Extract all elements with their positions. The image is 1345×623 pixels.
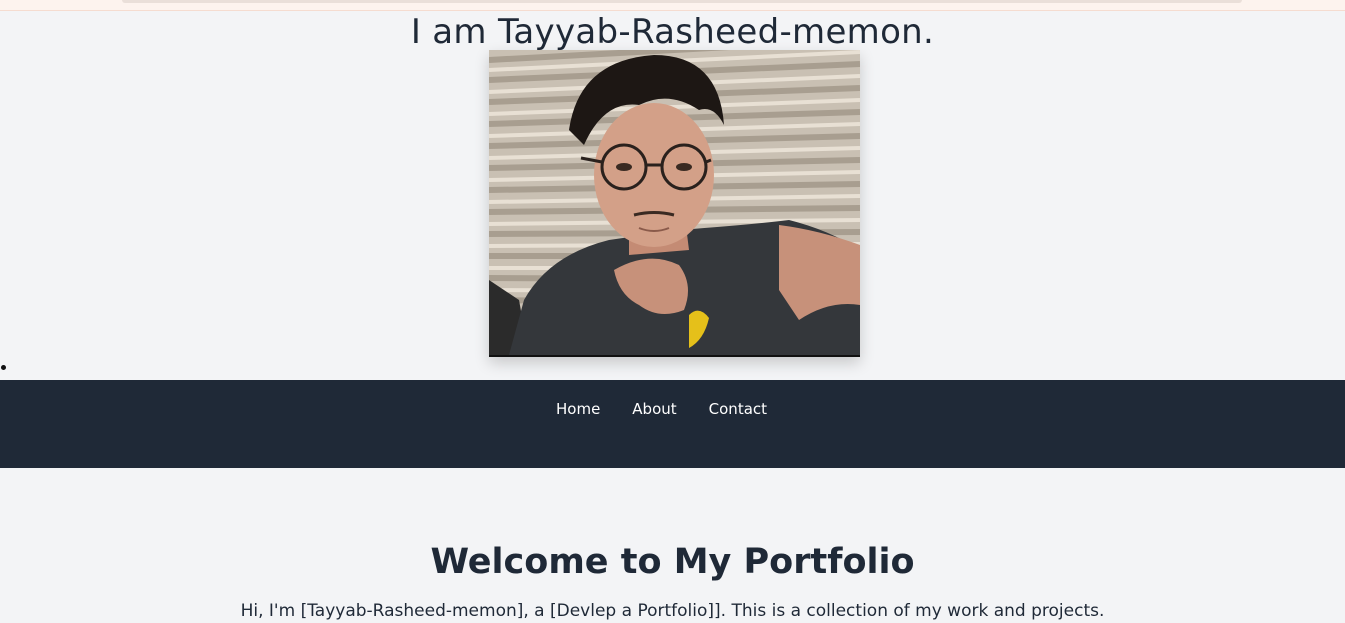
navbar: Home About Contact [0, 380, 1345, 468]
nav-home-link[interactable]: Home [540, 397, 616, 421]
top-strip-bar [122, 0, 1242, 3]
nav-contact-link[interactable]: Contact [693, 397, 783, 421]
list-bullet [1, 365, 6, 370]
nav-about-link[interactable]: About [616, 397, 692, 421]
intro-text: Hi, I'm [Tayyab-Rasheed-memon], a [Devle… [240, 601, 1105, 621]
profile-photo [489, 50, 860, 357]
nav-links: Home About Contact [540, 397, 783, 421]
welcome-heading: Welcome to My Portfolio [430, 542, 915, 582]
browser-top-strip [0, 0, 1345, 11]
hero-title: I am Tayyab-Rasheed-memon. [410, 12, 935, 52]
